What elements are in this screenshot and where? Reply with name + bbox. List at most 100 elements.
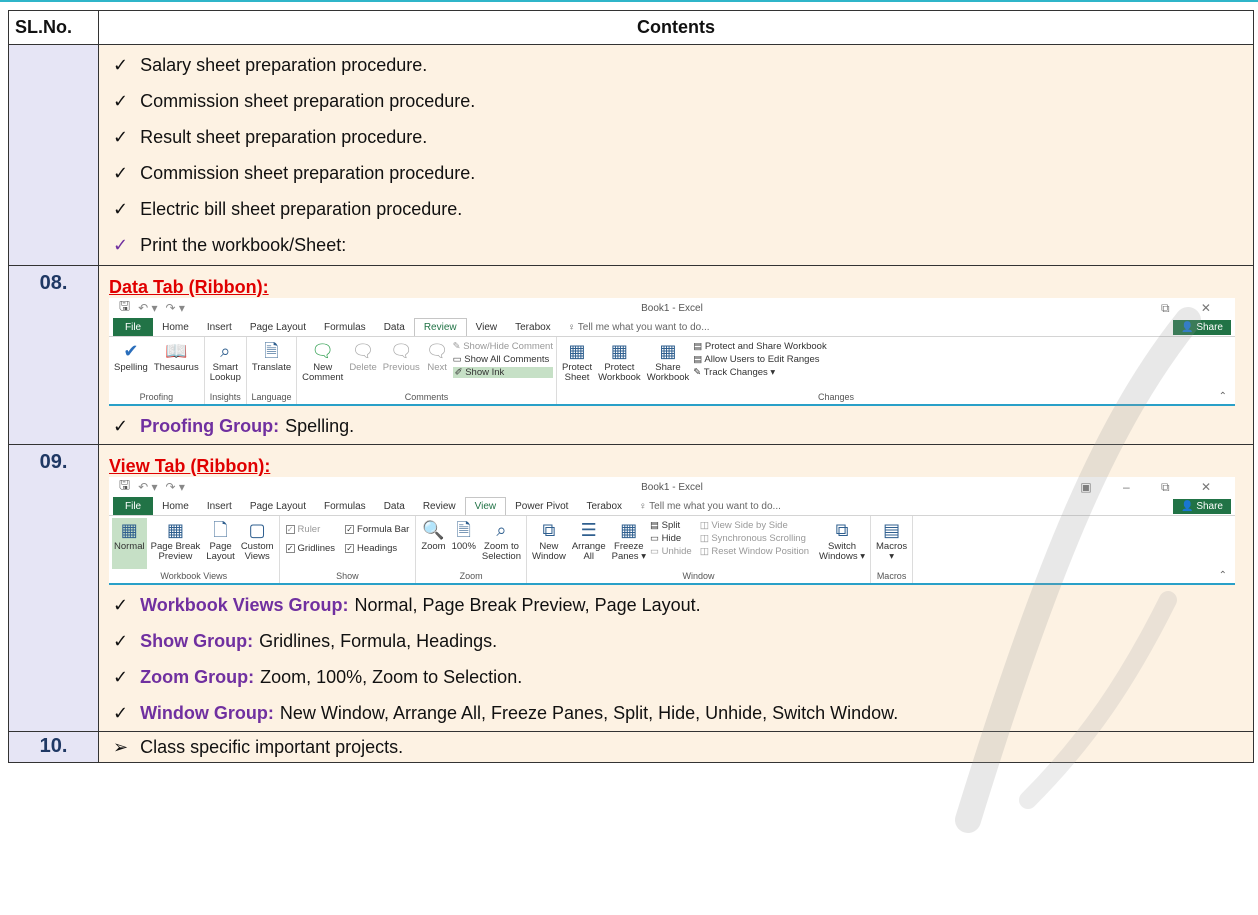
tab-page-layout[interactable]: Page Layout <box>241 497 315 515</box>
tab-home[interactable]: Home <box>153 497 198 515</box>
list-item-text: Salary sheet preparation procedure. <box>140 54 428 75</box>
group-name: Zoom <box>459 571 483 581</box>
table-row: 10. ➢ Class specific important projects. <box>9 732 1253 762</box>
tab-insert[interactable]: Insert <box>198 497 241 515</box>
window-controls-icon[interactable]: ⧉ ✕ <box>1161 301 1225 316</box>
thesaurus-button[interactable]: 📖 Thesaurus <box>152 339 201 390</box>
synchronous-scrolling-button[interactable]: ◫ Synchronous Scrolling <box>700 533 809 544</box>
tab-data[interactable]: Data <box>375 497 414 515</box>
check-icon: ✓ <box>113 234 129 255</box>
tab-file[interactable]: File <box>113 318 154 336</box>
new-window-icon: ⧉ <box>542 520 556 540</box>
tab-view[interactable]: View <box>467 318 507 336</box>
smart-lookup-button[interactable]: ⌕ Smart Lookup <box>208 339 243 390</box>
new-comment-button[interactable]: 🗨 New Comment <box>300 339 345 390</box>
tab-terabox[interactable]: Terabox <box>506 318 560 336</box>
next-comment-button[interactable]: 🗨 Next <box>424 339 451 390</box>
protect-share-icon: ▤ <box>693 341 705 352</box>
translate-button[interactable]: 🗎 Translate <box>250 339 293 390</box>
previous-comment-button[interactable]: 🗨 Previous <box>381 339 422 390</box>
allow-users-button[interactable]: ▤ Allow Users to Edit Ranges <box>693 354 826 365</box>
ink-icon: ✐ <box>454 367 466 378</box>
check-icon: ✓ <box>113 594 129 615</box>
zoom-button[interactable]: 🔍 Zoom <box>419 518 447 569</box>
tab-page-layout[interactable]: Page Layout <box>241 318 315 336</box>
collapse-ribbon-icon[interactable]: ⌃ <box>1219 570 1227 581</box>
window-controls-icon[interactable]: ▣ – ⧉ ✕ <box>1080 480 1225 495</box>
zoom-to-selection-button[interactable]: ⌕ Zoom to Selection <box>480 518 523 569</box>
list-item: ✓ Electric bill sheet preparation procedu… <box>99 191 1253 227</box>
tab-insert[interactable]: Insert <box>198 318 241 336</box>
formula-bar-checkbox[interactable]: ✓ Formula Bar <box>345 524 409 535</box>
new-window-button[interactable]: ⧉ New Window <box>530 518 568 569</box>
tab-power-pivot[interactable]: Power Pivot <box>506 497 577 515</box>
title-bar: 🖫 ↶ ▾ ↷ ▾ Book1 - Excel ⧉ ✕ <box>109 298 1235 318</box>
tab-formulas[interactable]: Formulas <box>315 497 375 515</box>
tab-review[interactable]: Review <box>414 497 465 515</box>
list-item: ✓ Salary sheet preparation procedure. <box>99 47 1253 83</box>
side-by-side-icon: ◫ <box>699 520 712 531</box>
custom-views-button[interactable]: ▢ Custom Views <box>239 518 276 569</box>
protect-share-workbook-button[interactable]: ▤ Protect and Share Workbook <box>693 341 826 352</box>
tell-me-input[interactable]: ♀ Tell me what you want to do... <box>568 322 710 333</box>
split-button[interactable]: ▤ Split <box>650 520 692 531</box>
content-cell: ✓ Salary sheet preparation procedure. ✓ Co… <box>99 45 1253 265</box>
zoom-100-button[interactable]: 🗎 100% <box>450 518 478 569</box>
reset-window-position-button[interactable]: ◫ Reset Window Position <box>700 546 809 557</box>
show-all-comments-button[interactable]: ▭ Show All Comments <box>453 354 553 365</box>
show-ink-button[interactable]: ✐ Show Ink <box>452 367 553 378</box>
share-button[interactable]: 👤 Share <box>1173 319 1231 335</box>
list-item: ✓ Show Group: Gridlines, Formula, Headings… <box>99 623 1253 659</box>
protect-workbook-button[interactable]: ▦ Protect Workbook <box>596 339 643 390</box>
hide-button[interactable]: ▭ Hide <box>650 533 692 544</box>
collapse-ribbon-icon[interactable]: ⌃ <box>1219 391 1227 402</box>
protect-sheet-button[interactable]: ▦ Protect Sheet <box>560 339 594 390</box>
note-text: Gridlines, Formula, Headings. <box>259 630 498 651</box>
tab-review[interactable]: Review <box>413 318 467 336</box>
page-break-preview-button[interactable]: ▦ Page Break Preview <box>149 518 203 569</box>
content-cell: ➢ Class specific important projects. <box>99 732 1253 762</box>
headings-checkbox[interactable]: ✓ Headings <box>345 543 409 554</box>
tab-formulas[interactable]: Formulas <box>315 318 375 336</box>
share-button[interactable]: 👤 Share <box>1173 498 1231 514</box>
show-hide-comment-button[interactable]: ✎ Show/Hide Comment <box>453 341 553 352</box>
workbook-views-group: ▦ Normal ▦ Page Break Preview 🗋 Page Layout ▢… <box>109 516 280 583</box>
tab-terabox[interactable]: Terabox <box>577 497 631 515</box>
next-comment-icon: 🗨 <box>425 341 449 361</box>
track-changes-button[interactable]: ✎ Track Changes ▾ <box>693 367 826 378</box>
macros-button[interactable]: ▤ Macros ▾ <box>874 518 909 569</box>
zoom-group: 🔍 Zoom 🗎 100% ⌕ Zoom to Selection Zoom <box>416 516 528 583</box>
page-layout-button[interactable]: 🗋 Page Layout <box>204 518 237 569</box>
sl-number: 09. <box>9 445 99 731</box>
ribbon-groups: ✔ Spelling 📖 Thesaurus Proofing ⌕ Smart Look… <box>109 336 1235 404</box>
check-icon: ✓ <box>113 415 129 436</box>
comment-icon: ✎ <box>452 341 464 352</box>
tab-home[interactable]: Home <box>153 318 198 336</box>
switch-windows-button[interactable]: ⧉ Switch Windows ▾ <box>817 518 867 569</box>
normal-view-button[interactable]: ▦ Normal <box>112 518 147 569</box>
unhide-button[interactable]: ▭ Unhide <box>650 546 692 557</box>
tell-me-input[interactable]: ♀ Tell me what you want to do... <box>639 501 781 512</box>
tab-view[interactable]: View <box>464 497 507 515</box>
delete-comment-button[interactable]: 🗨 Delete <box>347 339 378 390</box>
tab-file[interactable]: File <box>113 497 154 515</box>
switch-windows-icon: ⧉ <box>835 520 849 540</box>
checkbox-icon: ✓ <box>345 543 355 553</box>
view-side-by-side-button[interactable]: ◫ View Side by Side <box>700 520 809 531</box>
proofing-group: ✔ Spelling 📖 Thesaurus Proofing <box>109 337 205 404</box>
share-workbook-button[interactable]: ▦ Share Workbook <box>645 339 692 390</box>
gridlines-checkbox[interactable]: ✓ Gridlines <box>285 543 335 554</box>
ruler-checkbox[interactable]: ✓ Ruler <box>285 524 336 535</box>
group-name: Show <box>336 571 359 581</box>
tell-me-text: Tell me what you want to do... <box>649 500 781 512</box>
sync-scroll-icon: ◫ <box>699 533 712 544</box>
note-text: Spelling. <box>285 415 355 436</box>
spelling-button[interactable]: ✔ Spelling <box>112 339 150 390</box>
app-title: Book1 - Excel <box>641 481 703 493</box>
freeze-panes-button[interactable]: ▦ Freeze Panes ▾ <box>610 518 648 569</box>
tab-data[interactable]: Data <box>375 318 414 336</box>
ribbon-tabs: File Home Insert Page Layout Formulas Da… <box>109 318 1235 336</box>
arrange-all-button[interactable]: ☰ Arrange All <box>570 518 608 569</box>
split-icon: ▤ <box>649 520 662 531</box>
checkbox-icon: ✓ <box>285 543 295 553</box>
